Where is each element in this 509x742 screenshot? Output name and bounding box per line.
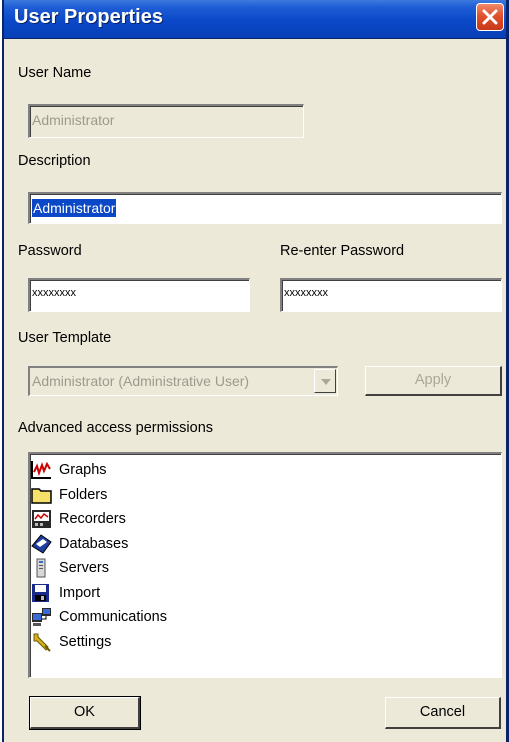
close-icon — [482, 9, 498, 25]
permission-item-folders[interactable]: Folders — [30, 483, 501, 508]
permission-label: Folders — [59, 486, 108, 503]
recorder-icon — [31, 509, 53, 529]
description-value: Administrator — [32, 199, 117, 217]
user-properties-dialog: User Properties User Name Administrator … — [2, 0, 509, 742]
permission-label: Graphs — [59, 462, 107, 479]
description-field[interactable]: Administrator — [28, 192, 502, 224]
permission-label: Communications — [59, 609, 167, 626]
import-icon — [31, 583, 53, 603]
reenter-password-field[interactable]: xxxxxxxx — [280, 278, 502, 312]
user-name-value: Administrator — [32, 112, 115, 128]
user-template-select: Administrator (Administrative User) — [28, 366, 338, 396]
description-label: Description — [18, 153, 91, 169]
database-icon — [31, 534, 53, 554]
title-bar[interactable]: User Properties — [4, 0, 506, 39]
password-value: xxxxxxxx — [32, 287, 76, 299]
folder-icon — [31, 485, 53, 505]
apply-button: Apply — [365, 366, 502, 396]
reenter-password-value: xxxxxxxx — [284, 287, 328, 299]
close-button[interactable] — [476, 3, 504, 31]
permission-label: Databases — [59, 535, 129, 552]
permission-label: Settings — [59, 633, 112, 650]
permissions-list[interactable]: Graphs Folders Recorders Databases Serve… — [28, 452, 502, 678]
permission-item-communications[interactable]: Communications — [30, 605, 501, 630]
user-template-label: User Template — [18, 330, 112, 346]
user-name-field: Administrator — [28, 104, 304, 138]
reenter-password-label: Re-enter Password — [280, 243, 405, 259]
permission-item-graphs[interactable]: Graphs — [30, 458, 501, 483]
dialog-title: User Properties — [14, 6, 163, 28]
dropdown-button — [314, 369, 336, 393]
permission-label: Recorders — [59, 511, 126, 528]
permission-item-recorders[interactable]: Recorders — [30, 507, 501, 532]
ok-button[interactable]: OK — [29, 696, 141, 730]
password-label: Password — [18, 243, 82, 259]
user-template-value: Administrator (Administrative User) — [32, 373, 250, 389]
graph-icon — [31, 460, 53, 480]
password-field[interactable]: xxxxxxxx — [28, 278, 250, 312]
permission-item-import[interactable]: Import — [30, 581, 501, 606]
server-icon — [31, 558, 53, 578]
user-name-label: User Name — [18, 65, 92, 81]
cancel-button[interactable]: Cancel — [385, 697, 501, 729]
permission-label: Servers — [59, 560, 109, 577]
permissions-label: Advanced access permissions — [18, 420, 214, 436]
permission-label: Import — [59, 584, 101, 601]
communications-icon — [31, 607, 53, 627]
permission-item-settings[interactable]: Settings — [30, 630, 501, 655]
permission-item-databases[interactable]: Databases — [30, 532, 501, 557]
permission-item-servers[interactable]: Servers — [30, 556, 501, 581]
chevron-down-icon — [321, 379, 331, 385]
wrench-icon — [31, 632, 53, 652]
